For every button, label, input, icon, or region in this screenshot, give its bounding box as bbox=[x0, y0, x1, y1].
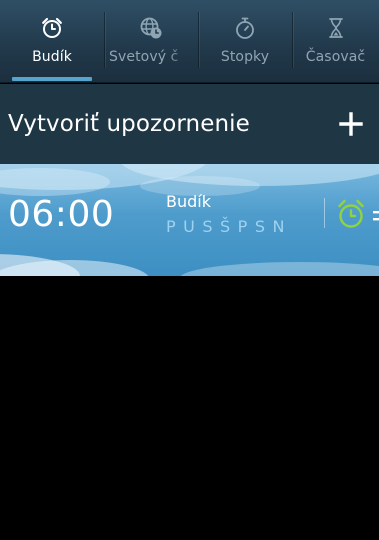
alarm-divider bbox=[324, 198, 325, 228]
active-tab-indicator bbox=[12, 77, 92, 81]
create-alarm-title[interactable]: Vytvoriť upozornenie bbox=[8, 111, 250, 137]
tab-world-clock[interactable]: Svetový č bbox=[104, 0, 198, 83]
alarm-list-item[interactable]: 06:00 Budík PUSŠPSN bbox=[0, 164, 379, 276]
hourglass-icon bbox=[328, 18, 343, 38]
tab-alarm-label: Budík bbox=[32, 49, 72, 65]
alarm-name: Budík bbox=[166, 192, 211, 211]
alarm-clock-icon bbox=[42, 17, 62, 38]
tab-stopwatch-label: Stopky bbox=[220, 49, 270, 65]
plus-icon bbox=[339, 112, 363, 136]
alarm-app: Budík Svetový č Stopky Časovač Vytvoriť … bbox=[0, 0, 379, 540]
alarm-time: 06:00 bbox=[8, 194, 115, 235]
tab-bar: Budík Svetový č Stopky Časovač bbox=[0, 0, 379, 83]
alarm-toggle-icon[interactable] bbox=[336, 198, 379, 232]
create-alarm-bar: Vytvoriť upozornenie bbox=[0, 84, 379, 164]
tab-alarm[interactable]: Budík bbox=[0, 0, 104, 83]
empty-list-area bbox=[0, 276, 379, 540]
add-alarm-button[interactable] bbox=[323, 84, 379, 164]
world-clock-icon bbox=[140, 17, 162, 39]
tab-world-clock-label: Svetový č bbox=[109, 49, 179, 65]
tab-timer[interactable]: Časovač bbox=[292, 0, 379, 83]
tab-timer-label: Časovač bbox=[305, 49, 366, 65]
tab-stopwatch[interactable]: Stopky bbox=[198, 0, 292, 83]
alarm-repeat-days: PUSŠPSN bbox=[166, 217, 292, 236]
stopwatch-icon bbox=[236, 17, 254, 39]
